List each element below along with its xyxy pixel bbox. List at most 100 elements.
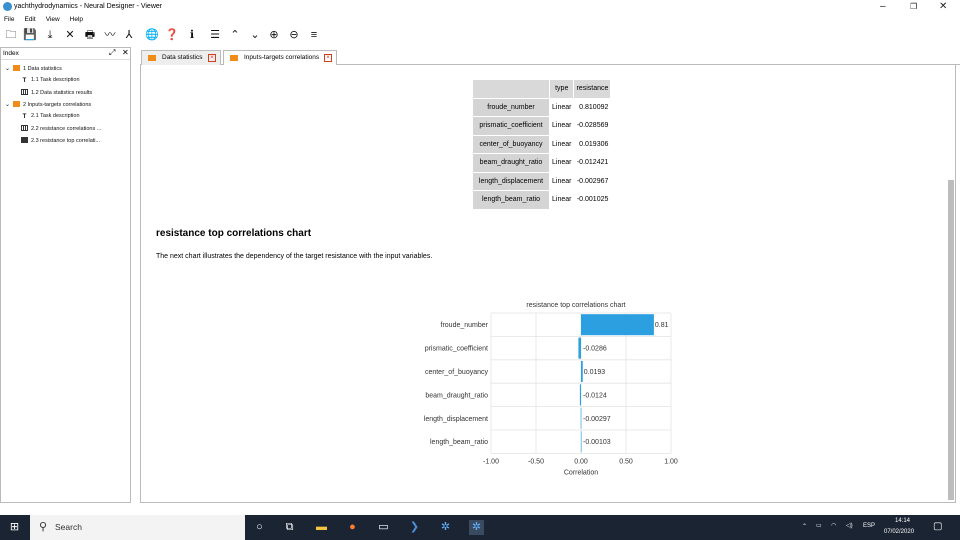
download-icon[interactable]: ⤓ bbox=[43, 28, 57, 42]
expand-icon[interactable]: ⤢ bbox=[109, 48, 115, 58]
tree-item-data-statistics-results[interactable]: 1.2 Data statistics results bbox=[21, 89, 92, 96]
correlation-value: -0.028569 bbox=[574, 117, 611, 135]
tree-item-resistance-correlations[interactable]: 2.2 resistance correlations ... bbox=[21, 125, 101, 132]
battery-icon[interactable]: ▭ bbox=[816, 522, 822, 529]
search-input[interactable]: Search bbox=[55, 522, 82, 532]
text-lines-icon[interactable]: ≡ bbox=[307, 28, 321, 42]
save-icon[interactable]: 💾 bbox=[23, 28, 37, 42]
open-folder-icon[interactable]: 🗀 bbox=[4, 28, 18, 42]
powershell-icon[interactable]: ❯ bbox=[407, 520, 422, 535]
title-bar: yachthydrodynamics - Neural Designer - V… bbox=[0, 0, 960, 14]
language-indicator[interactable]: ESP bbox=[863, 523, 875, 529]
menu-lines-icon[interactable]: ☰ bbox=[208, 28, 222, 42]
correlation-type: Linear bbox=[550, 135, 574, 153]
close-tab-icon[interactable]: × bbox=[324, 54, 332, 62]
cortana-icon[interactable]: ○ bbox=[252, 520, 267, 535]
zoom-out-icon[interactable]: ⊖ bbox=[287, 28, 301, 42]
clock-date[interactable]: 07/02/2020 bbox=[884, 529, 914, 535]
tree-item-inputs-targets-correlations[interactable]: ⌄ 2 Inputs-targets correlations bbox=[5, 101, 91, 108]
volume-icon[interactable]: ◁) bbox=[846, 522, 853, 529]
notifications-icon[interactable]: ▢ bbox=[933, 521, 942, 532]
pdf-icon[interactable]: ⅄ bbox=[122, 28, 136, 42]
clock-time[interactable]: 14:14 bbox=[895, 518, 910, 524]
info-icon[interactable]: ℹ bbox=[185, 28, 199, 42]
help-icon[interactable]: ❓ bbox=[165, 28, 179, 42]
chevron-up-icon[interactable]: ⌃ bbox=[228, 28, 242, 42]
variable-name: beam_draught_ratio bbox=[473, 154, 549, 172]
correlation-type: Linear bbox=[550, 172, 574, 190]
bar bbox=[580, 431, 582, 453]
taskbar-search[interactable]: ⚲ Search bbox=[30, 515, 245, 540]
vertical-scrollbar[interactable] bbox=[948, 180, 954, 500]
table-header: type bbox=[550, 80, 574, 98]
index-panel: Index ⤢ ✕ ⌄ 1 Data statistics T 1.1 Task d… bbox=[0, 47, 131, 503]
menu-bar: File Edit View Help bbox=[0, 14, 960, 25]
zoom-in-icon[interactable]: ⊕ bbox=[267, 28, 281, 42]
tree-item-task-description-1[interactable]: T 1.1 Task description bbox=[21, 77, 80, 84]
neural-designer-icon[interactable]: ✲ bbox=[438, 520, 453, 535]
taskbar: ⊞ ⚲ Search ○ ⧉ ▬ ● ▭ ❯ ✲ ✲ ⌃ ▭ ◠ ◁) ESP … bbox=[0, 515, 960, 540]
tree-item-resistance-top-correlations[interactable]: 2.3 resistance top correlati... bbox=[21, 137, 100, 144]
menu-file[interactable]: File bbox=[4, 14, 14, 25]
chart-icon bbox=[21, 137, 28, 143]
category-label: length_beam_ratio bbox=[430, 439, 488, 446]
bar bbox=[580, 407, 582, 429]
folder-icon bbox=[13, 101, 20, 107]
x-tick-label: 1.00 bbox=[664, 458, 678, 465]
data-label: 0.0193 bbox=[584, 369, 606, 376]
table-row: length_displacement Linear -0.002967 bbox=[473, 172, 611, 190]
menu-view[interactable]: View bbox=[46, 14, 60, 25]
index-panel-title: Index bbox=[3, 50, 19, 57]
close-tab-icon[interactable]: × bbox=[208, 54, 216, 62]
signal-icon[interactable]: 〰 bbox=[103, 28, 117, 42]
tray-chevron-up-icon[interactable]: ⌃ bbox=[802, 523, 807, 530]
folder-icon bbox=[230, 55, 238, 61]
folder-icon bbox=[13, 65, 20, 71]
menu-help[interactable]: Help bbox=[70, 14, 83, 25]
x-tick-label: -0.50 bbox=[528, 458, 544, 465]
firefox-icon[interactable]: ● bbox=[345, 520, 360, 535]
tree-item-task-description-2[interactable]: T 2.1 Task description bbox=[21, 113, 80, 120]
table-row: prismatic_coefficient Linear -0.028569 bbox=[473, 117, 611, 135]
tab-inputs-targets-correlations[interactable]: Inputs-targets correlations × bbox=[223, 50, 337, 65]
bar bbox=[581, 361, 583, 382]
wifi-icon[interactable]: ◠ bbox=[831, 522, 836, 529]
correlation-value: -0.002967 bbox=[574, 172, 611, 190]
chevron-down-icon[interactable]: ⌄ bbox=[248, 28, 262, 42]
correlation-type: Linear bbox=[550, 191, 574, 209]
table-icon bbox=[21, 125, 28, 131]
app-icon bbox=[3, 2, 12, 11]
tab-data-statistics[interactable]: Data statistics × bbox=[141, 50, 221, 65]
x-tick-label: -1.00 bbox=[483, 458, 499, 465]
variable-name: length_displacement bbox=[473, 172, 549, 190]
task-view-icon[interactable]: ⧉ bbox=[282, 520, 297, 535]
print-icon[interactable]: 🖶 bbox=[83, 28, 97, 42]
correlation-value: -0.012421 bbox=[574, 154, 611, 172]
section-title: resistance top correlations chart bbox=[156, 228, 312, 239]
minimize-button[interactable]: – bbox=[880, 2, 886, 12]
tree-item-data-statistics[interactable]: ⌄ 1 Data statistics bbox=[5, 65, 62, 72]
globe-icon[interactable]: 🌐 bbox=[145, 28, 159, 42]
correlations-table: type resistance froude_number Linear 0.810… bbox=[472, 79, 611, 210]
text-icon: T bbox=[22, 114, 27, 120]
file-explorer-icon[interactable]: ▬ bbox=[314, 520, 329, 535]
chart-title: resistance top correlations chart bbox=[526, 302, 625, 309]
neural-designer-viewer-icon[interactable]: ✲ bbox=[469, 520, 484, 535]
menu-edit[interactable]: Edit bbox=[24, 14, 35, 25]
windows-start-icon[interactable]: ⊞ bbox=[7, 520, 22, 535]
close-icon[interactable]: ✕ bbox=[63, 28, 77, 42]
table-row: center_of_buoyancy Linear 0.019306 bbox=[473, 135, 611, 153]
close-window-button[interactable]: ✕ bbox=[939, 2, 947, 12]
x-axis-label: Correlation bbox=[564, 469, 598, 476]
chevron-down-icon[interactable]: ⌄ bbox=[5, 65, 11, 72]
close-panel-icon[interactable]: ✕ bbox=[122, 48, 129, 57]
correlations-chart: resistance top correlations chart froude_… bbox=[424, 302, 678, 476]
restore-button[interactable]: ❐ bbox=[910, 2, 917, 12]
app-window-icon[interactable]: ▭ bbox=[376, 520, 391, 535]
chevron-down-icon[interactable]: ⌄ bbox=[5, 101, 11, 108]
window-title: yachthydrodynamics - Neural Designer - V… bbox=[14, 3, 163, 10]
table-header: resistance bbox=[574, 80, 611, 98]
bar bbox=[578, 337, 581, 359]
table-row: beam_draught_ratio Linear -0.012421 bbox=[473, 154, 611, 172]
category-label: length_displacement bbox=[424, 416, 488, 423]
